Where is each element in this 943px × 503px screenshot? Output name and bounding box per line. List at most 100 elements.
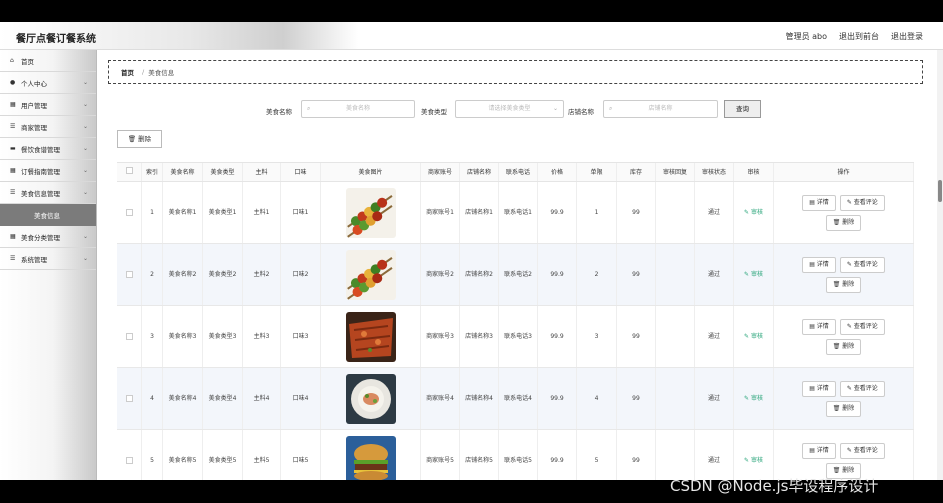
operations-row: ▤ 详情 ✎ 查看评论 [802,256,885,273]
cell-price: 99.9 [538,182,577,243]
food-type-placeholder: 请选择美食类型 [488,105,531,112]
chevron-down-icon: ⌄ [552,105,558,112]
view-comments-button[interactable]: ✎ 查看评论 [839,194,885,211]
detail-button-label: 详情 [816,322,829,330]
column-header: 操作 [774,163,914,181]
view-comments-button[interactable]: ✎ 查看评论 [839,256,885,273]
cell-limit: 4 [577,368,617,429]
scrollbar-thumb[interactable] [938,180,942,202]
cell-account: 商家账号3 [421,306,460,367]
breadcrumb-home[interactable]: 首页 [121,67,134,77]
audit-link[interactable]: ✎ 审核 [744,270,763,279]
document-icon: ▤ [809,198,817,206]
food-type-select[interactable]: 请选择美食类型 ⌄ [455,100,564,118]
sidebar-item[interactable]: ▬ 餐饮食谱管理 ⌄ [0,138,96,160]
row-delete-button[interactable]: 🗑 删除 [825,400,862,417]
edit-icon: ✎ [846,260,854,268]
row-checkbox[interactable] [125,271,133,278]
row-checkbox-cell [117,182,142,243]
view-comments-button[interactable]: ✎ 查看评论 [839,380,885,397]
row-delete-button[interactable]: 🗑 删除 [825,214,862,231]
sidebar-item-label: 个人中心 [21,79,47,88]
audit-cell: ✎ 审核 [734,182,774,243]
trash-icon: 🗑 [832,404,843,412]
column-header[interactable] [117,163,142,181]
cell-taste: 口味1 [281,182,321,243]
query-button[interactable]: 查询 [724,100,761,118]
operations-row: ▤ 详情 ✎ 查看评论 [802,380,885,397]
view-comments-button-label: 查看评论 [853,260,878,268]
table-row: 4 美食名称4 美食类型4 主料4 口味4 商家账号4 店铺名称4 联系电话4 99.9 4 99 通… [117,368,914,430]
detail-button[interactable]: ▤ 详情 [802,442,836,459]
sidebar-item[interactable]: ☰ 系统管理 ⌄ [0,248,96,270]
detail-button[interactable]: ▤ 详情 [802,318,836,335]
folder-icon: ▬ [10,144,16,152]
food-image [321,182,421,243]
cell-main: 主料1 [243,182,281,243]
sidebar-subitem-active[interactable]: 美食信息 [0,204,96,226]
view-comments-button[interactable]: ✎ 查看评论 [839,318,885,335]
row-delete-button[interactable]: 🗑 删除 [825,338,862,355]
row-checkbox-cell [117,306,142,367]
row-delete-button-label: 删除 [842,218,855,226]
sidebar-item[interactable]: ☰ 美食信息管理 ⌄ [0,182,96,204]
operations-cell: ▤ 详情 ✎ 查看评论 🗑 删除 [774,182,914,243]
cell-index: 4 [142,368,163,429]
sidebar-item-label: 订餐指南管理 [21,167,60,176]
cell-main: 主料3 [243,306,281,367]
row-checkbox[interactable] [125,209,133,216]
detail-button[interactable]: ▤ 详情 [802,380,836,397]
row-checkbox[interactable] [125,333,133,340]
cell-shop: 店铺名称3 [460,306,499,367]
edit-icon: ✎ [744,395,751,402]
view-comments-button-label: 查看评论 [853,446,878,454]
cell-stock: 99 [617,244,656,305]
sidebar-item[interactable]: ● 个人中心 ⌄ [0,72,96,94]
cell-reply [656,182,695,243]
logout-link[interactable]: 退出登录 [891,31,923,42]
cell-main: 主料5 [243,430,281,480]
table-row: 3 美食名称3 美食类型3 主料3 口味3 商家账号3 店铺名称3 联系电话3 99.9 3 99 通… [117,306,914,368]
cell-limit: 2 [577,244,617,305]
cell-phone: 联系电话1 [499,182,538,243]
row-checkbox[interactable] [125,395,133,402]
audit-link[interactable]: ✎ 审核 [744,456,763,465]
row-delete-button[interactable]: 🗑 删除 [825,276,862,293]
column-header: 联系电话 [499,163,538,181]
detail-button[interactable]: ▤ 详情 [802,194,836,211]
grid-icon: ▦ [10,232,16,240]
sidebar-item[interactable]: ▦ 美食分类管理 ⌄ [0,226,96,248]
back-to-front-link[interactable]: 退出到前台 [839,31,879,42]
view-comments-button[interactable]: ✎ 查看评论 [839,442,885,459]
cell-type: 美食类型4 [203,368,243,429]
row-checkbox[interactable] [125,457,133,464]
select-all-checkbox[interactable] [125,167,133,174]
column-header: 主料 [243,163,281,181]
home-icon: ⌂ [10,56,14,64]
sidebar-item[interactable]: ▦ 订餐指南管理 ⌄ [0,160,96,182]
row-checkbox-cell [117,244,142,305]
food-name-input[interactable]: ⌕ 美食名称 [301,100,415,118]
cell-taste: 口味5 [281,430,321,480]
cell-name: 美食名称4 [163,368,203,429]
operations-row: ▤ 详情 ✎ 查看评论 [802,442,885,459]
edit-icon: ✎ [744,457,751,464]
audit-link[interactable]: ✎ 审核 [744,208,763,217]
cell-reply [656,244,695,305]
detail-button[interactable]: ▤ 详情 [802,256,836,273]
cell-shop: 店铺名称5 [460,430,499,480]
view-comments-button-label: 查看评论 [853,384,878,392]
cell-shop: 店铺名称1 [460,182,499,243]
column-header: 审核回复 [656,163,695,181]
batch-delete-button[interactable]: 🗑 删除 [117,130,162,148]
sidebar-item[interactable]: ▦ 用户管理 ⌄ [0,94,96,116]
audit-link[interactable]: ✎ 审核 [744,332,763,341]
sidebar-item[interactable]: ☰ 商家管理 ⌄ [0,116,96,138]
shop-name-input[interactable]: ⌕ 店铺名称 [603,100,718,118]
sidebar-item[interactable]: ⌂ 首页 [0,50,96,72]
sidebar-item-label: 美食分类管理 [21,233,60,242]
audit-link[interactable]: ✎ 审核 [744,394,763,403]
food-type-label: 美食类型 [421,108,447,116]
vertical-scrollbar[interactable] [937,50,943,480]
column-header: 店铺名称 [460,163,499,181]
